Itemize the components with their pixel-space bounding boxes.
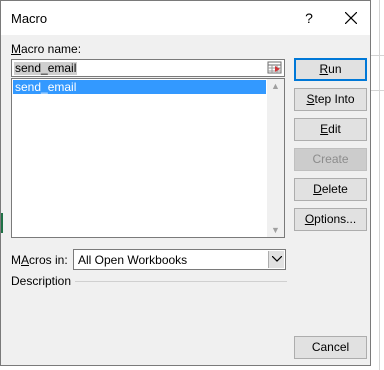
run-button[interactable]: Run bbox=[294, 58, 367, 81]
list-item[interactable]: send_email bbox=[13, 80, 266, 94]
cancel-button[interactable]: Cancel bbox=[294, 336, 367, 359]
macro-name-input[interactable]: send_email bbox=[11, 59, 285, 77]
list-scrollbar[interactable]: ▲ ▼ bbox=[267, 79, 284, 237]
delete-button[interactable]: Delete bbox=[294, 178, 367, 201]
edit-button[interactable]: Edit bbox=[294, 118, 367, 141]
macro-name-value: send_email bbox=[14, 61, 78, 75]
sheet-gridline bbox=[371, 55, 384, 56]
dialog-title: Macro bbox=[11, 11, 48, 26]
create-button[interactable]: Create bbox=[294, 148, 367, 171]
focus-marker bbox=[1, 213, 3, 233]
description-divider bbox=[75, 281, 287, 282]
sheet-gridline bbox=[371, 90, 384, 91]
macros-in-label: MAcros in: bbox=[11, 253, 68, 267]
macro-list[interactable]: send_email ▲ ▼ bbox=[11, 78, 285, 238]
dropdown-button[interactable] bbox=[268, 251, 284, 268]
macro-name-label: Macro name: bbox=[11, 42, 82, 56]
ref-edit-button[interactable] bbox=[267, 61, 283, 75]
scroll-down-icon[interactable]: ▼ bbox=[271, 225, 280, 235]
collapse-dialog-icon bbox=[267, 61, 282, 74]
macros-in-dropdown[interactable]: All Open Workbooks bbox=[73, 249, 286, 270]
title-bar: Macro ? bbox=[1, 1, 370, 35]
macros-in-value: All Open Workbooks bbox=[78, 253, 188, 267]
help-button[interactable]: ? bbox=[299, 7, 319, 29]
step-into-button[interactable]: Step Into bbox=[294, 88, 367, 111]
scroll-up-icon[interactable]: ▲ bbox=[271, 81, 280, 91]
close-icon bbox=[345, 12, 357, 24]
chevron-down-icon bbox=[272, 256, 282, 262]
close-button[interactable] bbox=[337, 5, 365, 31]
options-button[interactable]: Options... bbox=[294, 208, 367, 231]
description-label: Description bbox=[11, 274, 72, 288]
macro-dialog: Macro ? Macro name: send_email send_emai… bbox=[0, 0, 371, 366]
